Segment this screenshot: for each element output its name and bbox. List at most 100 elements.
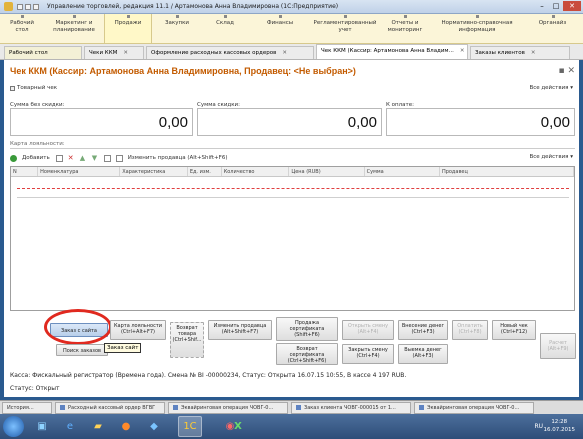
add-button[interactable]: Добавить	[22, 155, 50, 161]
close-icon[interactable]: ✕	[531, 50, 536, 59]
loyalty-card-button[interactable]: Карта лояльности (Ctrl+Alt+F7)	[110, 320, 166, 340]
tab-client-orders[interactable]: Заказы клиентов ✕	[470, 46, 570, 59]
section-desktop[interactable]: Рабочий стол	[0, 14, 44, 43]
section-warehouse[interactable]: Склад	[202, 14, 248, 43]
firefox-icon[interactable]: ●	[114, 416, 138, 437]
keyboard-layout[interactable]: RU	[534, 423, 543, 430]
document-form: Чек ККМ (Кассир: Артамонова Анна Владими…	[4, 60, 579, 397]
column-header[interactable]: Характеристика	[120, 167, 188, 176]
explorer-icon[interactable]: ▣	[30, 416, 54, 437]
section-organizer[interactable]: Органайз	[522, 14, 583, 43]
action-buttons: Заказ с сайта Карта лояльности (Ctrl+Alt…	[4, 309, 579, 370]
close-icon[interactable]: ✕	[123, 50, 128, 59]
copy-icon[interactable]	[55, 154, 63, 162]
close-icon[interactable]: ✕	[282, 50, 287, 59]
move-up-icon[interactable]: ▲	[80, 154, 87, 162]
section-reports[interactable]: Отчеты и мониторинг	[378, 14, 432, 43]
tab-desktop[interactable]: Рабочий стол	[4, 46, 82, 59]
section-icon	[344, 15, 347, 18]
delete-icon[interactable]: ✕	[68, 154, 75, 162]
window-item-label: Заказ клиента ЧОВГ-000015 от 1...	[304, 404, 396, 411]
to-pay-field: 0,00	[386, 108, 575, 136]
section-label: Закупки	[165, 20, 189, 26]
sell-certificate-button[interactable]: Продажа сертификата (Shift+F6)	[276, 317, 338, 341]
document-icon	[419, 405, 424, 410]
column-header[interactable]: Цена (RUB)	[289, 167, 365, 176]
change-seller-button[interactable]: Изменить продавца (Alt+Shift+F6)	[128, 155, 228, 161]
minimize-icon[interactable]: –	[535, 1, 549, 11]
column-header[interactable]: Номенклатура	[38, 167, 121, 176]
window-item-label: История...	[7, 404, 34, 411]
app-icon[interactable]: ◆	[142, 416, 166, 437]
product-check-checkbox[interactable]: Товарный чек	[10, 85, 57, 91]
new-check-button[interactable]: Новый чек (Ctrl+F12)	[492, 320, 536, 340]
clock-time: 12:28	[551, 419, 568, 425]
column-header[interactable]: Ед. изм.	[188, 167, 222, 176]
ie-icon[interactable]: e	[58, 416, 82, 437]
column-header[interactable]: N	[11, 167, 39, 176]
toolbar-history-icon[interactable]	[25, 3, 31, 10]
return-certificate-button[interactable]: Возврат сертификата (Ctrl+Shift+F6)	[276, 343, 338, 365]
tab-cash-orders[interactable]: Оформление расходных кассовых ордеров ✕	[146, 46, 314, 59]
all-actions-label: Все действия	[529, 85, 569, 91]
document-title: Чек ККМ (Кассир: Артамонова Анна Владими…	[10, 66, 356, 76]
close-shift-button[interactable]: Закрыть смену (Ctrl+F4)	[342, 344, 394, 364]
section-label: Нормативно-справочная информация	[441, 20, 513, 33]
barcode-icon[interactable]	[103, 154, 111, 162]
close-icon[interactable]: ✕	[563, 1, 581, 11]
empty-row-marker	[17, 188, 569, 189]
section-marketing[interactable]: Маркетинг и планирование	[44, 14, 104, 43]
open-window-item[interactable]: Эквайринговая операция ЧОВГ-0...	[168, 401, 288, 414]
calculate-button[interactable]: Расчет (Alt+F9)	[540, 333, 576, 359]
section-finance[interactable]: Финансы	[248, 14, 312, 43]
all-actions-menu[interactable]: Все действия ▾	[529, 85, 573, 91]
excel-icon[interactable]: X	[226, 416, 250, 437]
column-header[interactable]: Количество	[222, 167, 290, 176]
form-controls: ▪ ✕	[558, 66, 575, 76]
system-clock[interactable]: 12:28 16.07.2015	[544, 418, 576, 434]
cash-out-button[interactable]: Выемка денег (Alt+F3)	[398, 344, 448, 364]
close-icon[interactable]: ✕	[567, 66, 575, 76]
search-orders-button[interactable]: Поиск заказов	[56, 344, 108, 356]
tab-label: Рабочий стол	[9, 50, 48, 56]
section-purchases[interactable]: Закупки	[152, 14, 202, 43]
user-icon[interactable]	[115, 154, 123, 162]
table-header: N Номенклатура Характеристика Ед. изм. К…	[11, 167, 574, 177]
tab-label: Оформление расходных кассовых ордеров	[151, 50, 277, 56]
section-icon	[21, 15, 24, 18]
section-accounting[interactable]: Регламентированный учет	[312, 14, 378, 43]
tab-kkm-checks[interactable]: Чеки ККМ ✕	[84, 46, 144, 59]
toolbar-favorites-icon[interactable]	[33, 3, 39, 10]
window-item-label: Расходный кассовый ордер ВГВГ	[68, 404, 156, 411]
grid-all-actions-menu[interactable]: Все действия ▾	[529, 154, 573, 160]
maximize-icon[interactable]: □	[549, 1, 563, 11]
move-down-icon[interactable]: ▼	[92, 154, 99, 162]
close-icon[interactable]: ✕	[460, 48, 465, 59]
1c-enterprise-icon[interactable]: 1С	[178, 416, 202, 437]
document-icon	[296, 405, 301, 410]
open-window-item[interactable]: Заказ клиента ЧОВГ-000015 от 1...	[291, 401, 411, 414]
section-sales[interactable]: Продажи	[104, 14, 152, 43]
section-icon	[551, 15, 555, 18]
open-window-item[interactable]: Эквайринговая операция ЧОВГ-0...	[414, 401, 534, 414]
column-header[interactable]: Продавец	[440, 167, 574, 176]
open-window-item[interactable]: История...	[2, 401, 52, 414]
start-button-icon[interactable]	[3, 416, 24, 437]
highlight-circle	[44, 309, 112, 345]
open-window-item[interactable]: Расходный кассовый ордер ВГВГ	[55, 401, 165, 414]
column-header[interactable]: Сумма	[365, 167, 440, 176]
section-icon	[73, 15, 76, 18]
return-goods-button[interactable]: Возврат товара (Ctrl+Shif...	[170, 322, 204, 358]
open-shift-button[interactable]: Открыть смену (Alt+F4)	[342, 320, 394, 340]
tab-kkm-check[interactable]: Чек ККМ (Кассир: Артамонова Анна Владим.…	[316, 44, 468, 59]
section-reference[interactable]: Нормативно-справочная информация	[432, 14, 522, 43]
change-seller-btn[interactable]: Изменить продавца (Alt+Shift+F7)	[208, 320, 272, 340]
pin-icon[interactable]: ▪	[558, 66, 564, 76]
section-label: Органайз	[538, 20, 567, 26]
pay-button[interactable]: Оплатить (Ctrl+F8)	[452, 320, 488, 340]
goods-table[interactable]: N Номенклатура Характеристика Ед. изм. К…	[10, 166, 575, 311]
cash-in-button[interactable]: Внесение денег (Ctrl+F3)	[398, 320, 448, 340]
toolbar-menu-icon[interactable]	[17, 3, 23, 10]
tooltip: Заказ сайт	[104, 343, 142, 353]
folder-icon[interactable]: ▰	[86, 416, 110, 437]
